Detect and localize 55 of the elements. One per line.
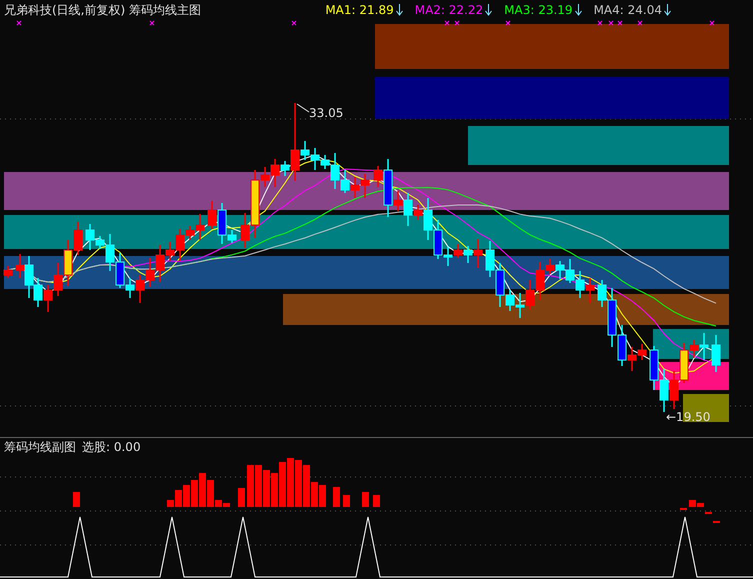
cross-icon	[454, 20, 460, 26]
candlestick	[64, 240, 72, 286]
candlestick	[566, 259, 574, 283]
candlestick	[526, 280, 534, 310]
cross-icon	[150, 20, 154, 26]
down-arrow-icon	[574, 4, 582, 16]
cross-icon	[506, 20, 510, 26]
indicator-bar	[73, 492, 80, 507]
indicator-bar	[362, 492, 369, 507]
cross-icon	[292, 20, 296, 26]
candlestick	[44, 285, 52, 312]
cross-icon	[598, 20, 602, 26]
cross-icon	[444, 20, 450, 26]
candlestick	[54, 263, 62, 296]
ma-label: MA3: 23.19	[504, 3, 573, 17]
low-price-label: ←19.50	[666, 410, 710, 424]
candlestick	[454, 244, 462, 258]
cross-icon	[608, 20, 614, 26]
down-arrow-icon	[664, 4, 671, 16]
chart-title: 兄弟科技(日线,前复权) 筹码均线主图	[4, 2, 201, 18]
candlestick	[350, 177, 360, 198]
cross-icon	[638, 20, 642, 26]
candlestick	[486, 241, 494, 277]
candlestick	[146, 258, 154, 287]
candlestick	[360, 174, 370, 198]
indicator-bar	[705, 512, 712, 514]
candlestick	[74, 222, 82, 255]
cross-icon	[16, 20, 22, 26]
sub-chart-title: 筹码均线副图	[4, 438, 76, 456]
indicator-bar	[238, 488, 245, 507]
down-arrow-icon	[396, 4, 403, 16]
candlestick	[556, 261, 564, 279]
candlestick	[136, 275, 144, 303]
ma-label: MA4: 24.04	[594, 3, 662, 17]
candlestick	[576, 271, 584, 298]
candlestick	[4, 266, 12, 278]
candlestick	[660, 369, 668, 412]
candlestick	[586, 278, 594, 303]
cross-icon	[710, 20, 714, 26]
indicator-bar	[680, 508, 687, 510]
indicator-bar	[373, 495, 380, 507]
ma-label: MA1: 21.89	[325, 3, 394, 17]
leader-line	[296, 104, 310, 112]
indicator-bar	[343, 495, 350, 507]
indicator-bar	[333, 487, 340, 507]
cross-icon	[618, 20, 622, 26]
candlestick	[670, 371, 678, 409]
high-price-label: 33.05	[309, 106, 344, 120]
candlestick	[712, 335, 720, 372]
candlestick	[516, 293, 524, 318]
candlestick	[650, 346, 658, 390]
indicator-reading: 选股: 0.00	[82, 438, 141, 456]
ma-label: MA2: 22.22	[414, 3, 484, 17]
down-arrow-icon	[485, 4, 492, 16]
indicator-bar	[713, 521, 720, 523]
